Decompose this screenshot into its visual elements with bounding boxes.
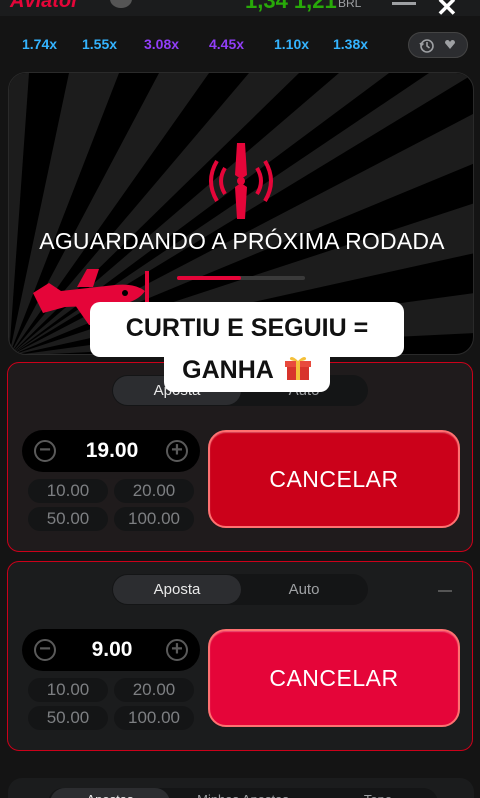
gift-icon	[284, 357, 311, 380]
increase-button[interactable]: +	[166, 440, 188, 462]
decrease-button[interactable]: −	[34, 639, 56, 661]
bet-amount-value[interactable]: 19.00	[62, 430, 162, 472]
decrease-button[interactable]: −	[34, 440, 56, 462]
bet-amount-stepper: − 9.00 +	[22, 629, 200, 671]
round-status-text: AGUARDANDO A PRÓXIMA RODADA	[39, 228, 445, 254]
caption-line-2: GANHA	[164, 342, 330, 392]
bets-tabs: Apostas Minhas Apostas Topo	[48, 788, 438, 798]
bets-list-section: Apostas Minhas Apostas Topo	[8, 778, 474, 798]
tab-aposta[interactable]: Aposta	[113, 575, 241, 604]
balance-value: 1,34 1,21	[245, 0, 337, 13]
tab-topo[interactable]: Topo	[328, 788, 428, 798]
bet-amount-stepper: − 19.00 +	[22, 430, 200, 472]
app-logo: Aviator	[10, 0, 79, 12]
history-toggle-button[interactable]	[408, 32, 468, 58]
caption-line-2-text: GANHA	[182, 356, 273, 384]
multiplier-badge: 1.38x	[333, 36, 369, 52]
top-header: Aviator 1,34 1,21 BRL ✕	[0, 0, 480, 16]
chevron-down-icon	[445, 40, 455, 49]
bet-amount-value[interactable]: 9.00	[62, 629, 162, 671]
cancel-bet-button[interactable]: CANCELAR	[208, 430, 460, 528]
multiplier-badge: 1.55x	[82, 36, 118, 52]
quick-amount-button[interactable]: 100.00	[114, 507, 194, 531]
help-icon[interactable]	[110, 0, 132, 8]
multiplier-badge: 4.45x	[209, 36, 245, 52]
aviator-game-screen: Aviator 1,34 1,21 BRL ✕ 1.74x 1.55x 3.08…	[0, 0, 480, 798]
propeller-icon	[209, 143, 273, 219]
menu-icon[interactable]	[392, 2, 416, 5]
multiplier-badge: 3.08x	[144, 36, 180, 52]
quick-amount-button[interactable]: 10.00	[28, 479, 108, 503]
quick-amount-button[interactable]: 10.00	[28, 678, 108, 702]
round-progress-fill	[177, 276, 241, 280]
increase-button[interactable]: +	[166, 639, 188, 661]
close-icon[interactable]: ✕	[436, 0, 458, 16]
multiplier-badge: 1.10x	[274, 36, 310, 52]
bet-mode-switch: Aposta Auto	[112, 574, 368, 605]
quick-amount-button[interactable]: 20.00	[114, 479, 194, 503]
multiplier-badge: 1.74x	[22, 36, 58, 52]
remove-panel-icon[interactable]	[438, 590, 452, 592]
round-progress-bar	[177, 276, 305, 280]
balance-currency: BRL	[338, 0, 362, 10]
quick-amount-button[interactable]: 100.00	[114, 706, 194, 730]
quick-amount-button[interactable]: 20.00	[114, 678, 194, 702]
tab-auto[interactable]: Auto	[240, 575, 368, 604]
quick-amount-button[interactable]: 50.00	[28, 706, 108, 730]
bet-panel-2: Aposta Auto − 9.00 + 10.00 20.00 50.00 1…	[7, 561, 473, 751]
multiplier-history: 1.74x 1.55x 3.08x 4.45x 1.10x 1.38x	[0, 28, 480, 62]
tab-apostas[interactable]: Apostas	[50, 788, 170, 798]
history-icon	[419, 39, 434, 53]
tab-minhas-apostas[interactable]: Minhas Apostas	[178, 788, 308, 798]
quick-amount-button[interactable]: 50.00	[28, 507, 108, 531]
promo-caption: CURTIU E SEGUIU = GANHA	[90, 302, 404, 392]
cancel-bet-button[interactable]: CANCELAR	[208, 629, 460, 727]
